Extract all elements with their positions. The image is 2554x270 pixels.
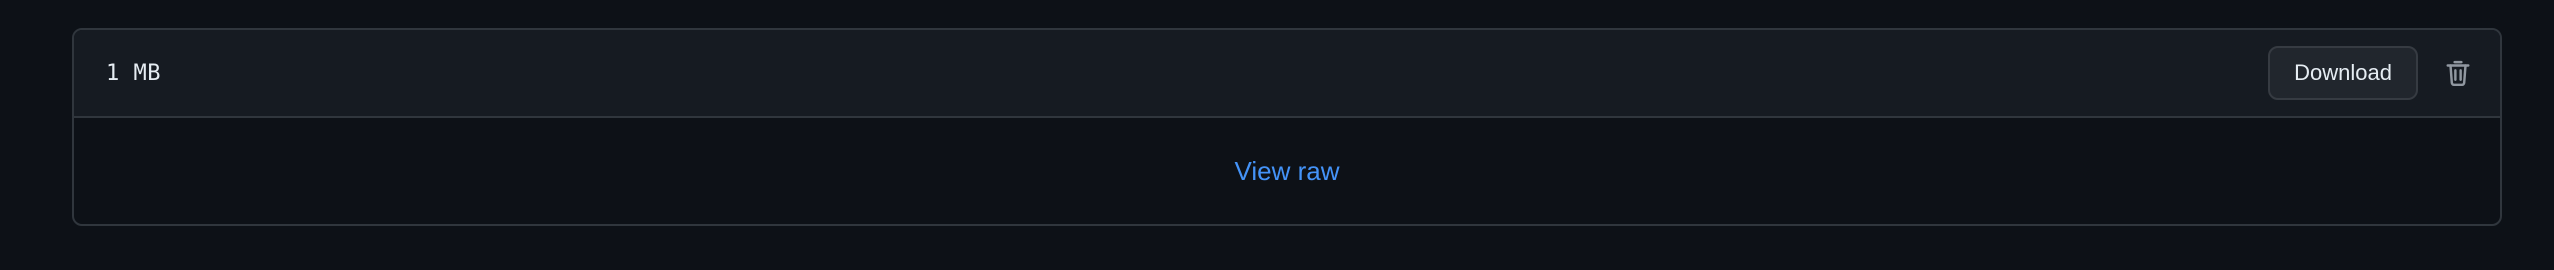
file-box: 1 MB Download View raw <box>72 28 2502 226</box>
file-size: 1 MB <box>106 60 161 86</box>
delete-button[interactable] <box>2440 53 2476 93</box>
view-raw-link[interactable]: View raw <box>1234 156 1339 187</box>
file-header: 1 MB Download <box>74 30 2500 118</box>
trash-icon <box>2446 60 2470 87</box>
download-button[interactable]: Download <box>2268 46 2418 100</box>
file-actions: Download <box>2268 46 2476 100</box>
file-body: View raw <box>74 118 2500 224</box>
